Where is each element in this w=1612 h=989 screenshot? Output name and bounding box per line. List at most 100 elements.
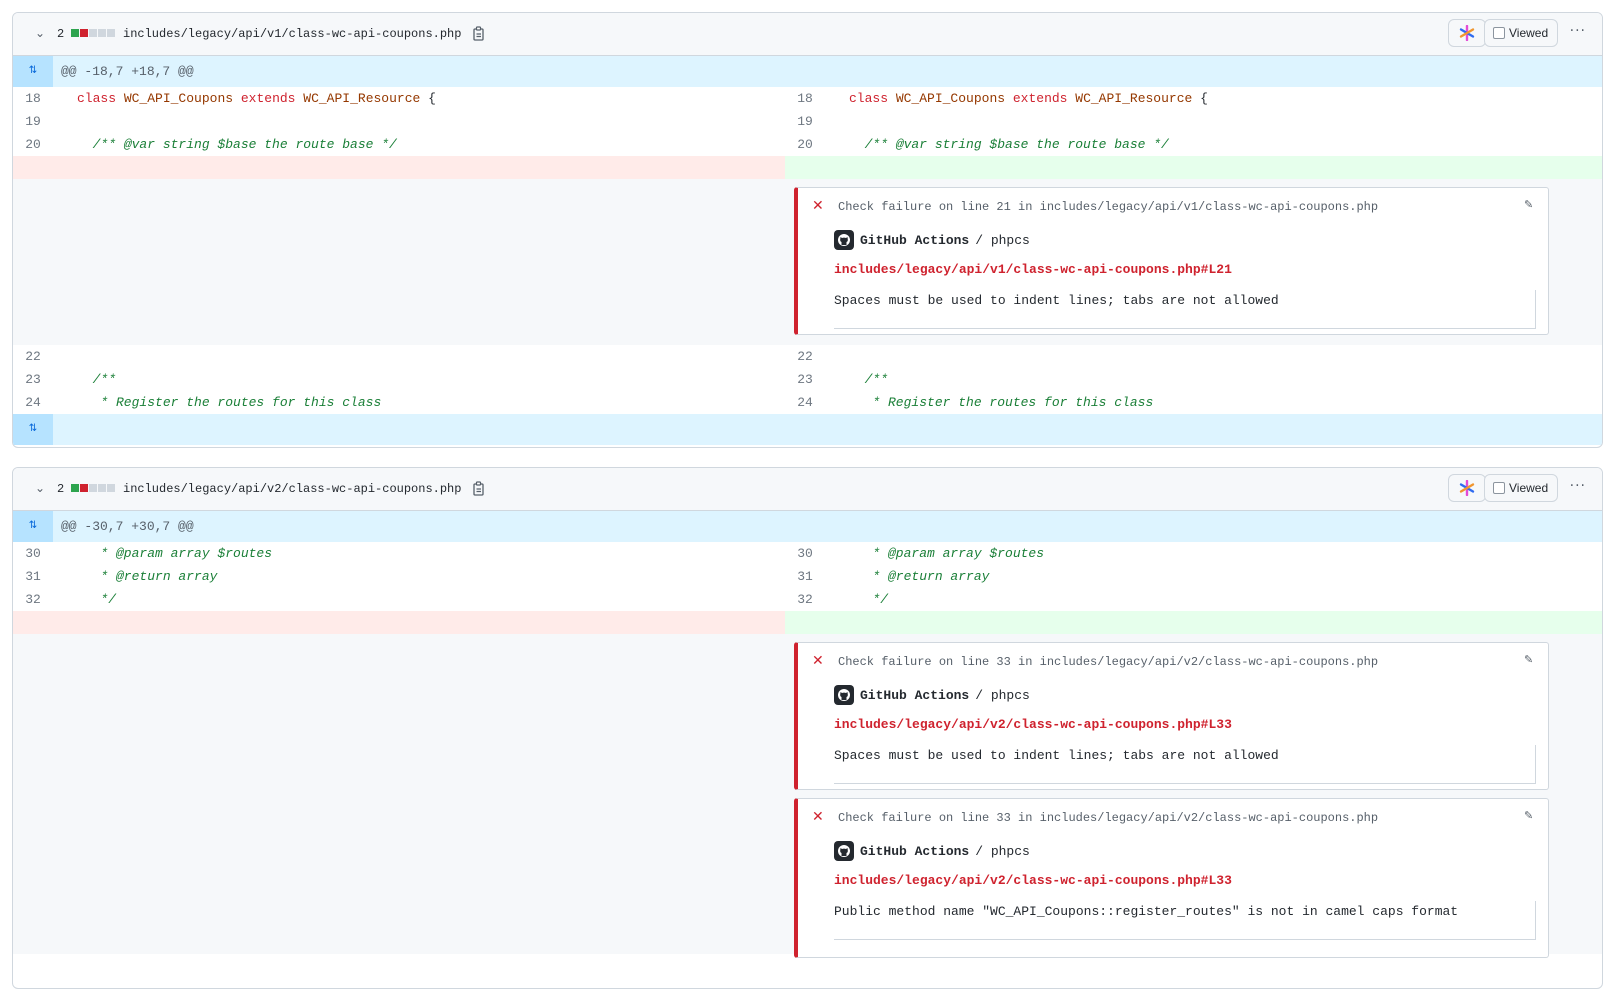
copy-icon[interactable]	[471, 480, 487, 496]
context-lines-before: 30 * @param array $routes 30 * @param arr…	[13, 542, 1602, 611]
line-number[interactable]: 31	[785, 565, 825, 588]
line-number[interactable]: 32	[13, 588, 53, 611]
checkbox-icon	[1493, 27, 1505, 39]
line-number[interactable]: 22	[785, 345, 825, 368]
context-lines-before: 18 class WC_API_Coupons extends WC_API_Re…	[13, 87, 1602, 156]
file-path[interactable]: includes/legacy/api/v1/class-wc-api-coup…	[123, 25, 461, 43]
annotation-location-link[interactable]: includes/legacy/api/v1/class-wc-api-coup…	[834, 262, 1232, 277]
check-job-name: / phpcs	[975, 843, 1030, 859]
code-text: */	[100, 592, 117, 607]
check-app-name: GitHub Actions	[860, 843, 970, 859]
github-logo-icon	[834, 685, 854, 705]
code-text: class WC_API_Coupons extends WC_API_Reso…	[849, 91, 1208, 106]
annotation-location-link[interactable]: includes/legacy/api/v2/class-wc-api-coup…	[834, 717, 1232, 732]
diffstat-bar	[71, 29, 115, 38]
failure-icon: ✕	[812, 198, 824, 214]
expand-up-icon[interactable]: ⇅	[13, 511, 53, 542]
copilot-button[interactable]	[1448, 474, 1486, 502]
code-text: class WC_API_Coupons extends WC_API_Reso…	[77, 91, 436, 106]
copilot-button[interactable]	[1448, 19, 1486, 47]
annotation-location-link[interactable]: includes/legacy/api/v2/class-wc-api-coup…	[834, 873, 1232, 888]
line-number[interactable]: 31	[13, 565, 53, 588]
viewed-checkbox[interactable]: Viewed	[1484, 474, 1558, 502]
line-number[interactable]: 24	[785, 391, 825, 414]
check-annotation: ✕ Check failure on line 33 in includes/l…	[794, 798, 1549, 958]
expand-down-icon[interactable]: ⇅	[13, 414, 53, 445]
line-number[interactable]: 20	[785, 133, 825, 156]
dismiss-annotation-icon[interactable]: ✎	[1524, 653, 1538, 666]
line-number[interactable]: 18	[785, 87, 825, 110]
line-number[interactable]: 30	[785, 542, 825, 565]
diffstat-bar	[71, 484, 115, 493]
line-number[interactable]: 20	[13, 133, 53, 156]
context-line: 18 class WC_API_Coupons extends WC_API_Re…	[13, 87, 1602, 110]
chevron-down-icon[interactable]: ⌄	[33, 26, 47, 40]
failure-icon: ✕	[812, 809, 824, 825]
expand-up-icon[interactable]: ⇅	[13, 56, 53, 87]
dismiss-annotation-icon[interactable]: ✎	[1524, 198, 1538, 211]
dismiss-annotation-icon[interactable]: ✎	[1524, 809, 1538, 822]
github-logo-icon	[834, 841, 854, 861]
line-number[interactable]: 18	[13, 87, 53, 110]
context-line: 30 * @param array $routes 30 * @param arr…	[13, 542, 1602, 565]
code-text: /**	[92, 372, 117, 387]
changed-line: 21 - protected $base = '/coupons'; 21 + …	[13, 156, 1602, 244]
line-number[interactable]: 19	[785, 110, 825, 133]
annotations-area: ✕ Check failure on line 21 in includes/l…	[13, 179, 1602, 345]
annotation-title: Check failure on line 33 in includes/leg…	[838, 811, 1379, 825]
line-number[interactable]: 19	[13, 110, 53, 133]
context-line: 24 * Register the routes for this class 2…	[13, 391, 1602, 414]
context-line: 31 * @return array 31 * @return array	[13, 565, 1602, 588]
more-options-icon[interactable]: ···	[1570, 23, 1586, 39]
line-number[interactable]: 30	[13, 542, 53, 565]
line-number[interactable]: 22	[13, 345, 53, 368]
copy-icon[interactable]	[471, 25, 487, 41]
hunk-header: ⇅ @@ -30,7 +30,7 @@	[13, 511, 1602, 542]
code-text: * Register the routes for this class	[100, 395, 382, 410]
checkbox-icon	[1493, 482, 1505, 494]
context-line: 23 /** 23 /**	[13, 368, 1602, 391]
hunk-footer: ⇅	[13, 414, 1602, 445]
annotation-message: Spaces must be used to indent lines; tab…	[834, 290, 1536, 329]
diff-file: ⌄ 2 includes/legacy/api/v2/class-wc-api-…	[12, 467, 1603, 989]
check-annotation: ✕ Check failure on line 33 in includes/l…	[794, 642, 1549, 790]
annotations-area: ✕ Check failure on line 33 in includes/l…	[13, 634, 1602, 958]
context-lines-after: 22 22 23 /** 23 /** 24 * Register the routes…	[13, 345, 1602, 414]
chevron-down-icon[interactable]: ⌄	[33, 481, 47, 495]
code-text: /** @var string $base the route base */	[92, 137, 397, 152]
line-number[interactable]: 32	[785, 588, 825, 611]
change-count: 2	[57, 27, 65, 41]
check-job-name: / phpcs	[975, 687, 1030, 703]
context-line: 20 /** @var string $base the route base …	[13, 133, 1602, 156]
annotation-message: Public method name "WC_API_Coupons::regi…	[834, 901, 1536, 940]
code-text: /** @var string $base the route base */	[864, 137, 1169, 152]
code-text: * @return array	[100, 569, 218, 584]
check-annotation: ✕ Check failure on line 21 in includes/l…	[794, 187, 1549, 335]
change-count: 2	[57, 482, 65, 496]
github-logo-icon	[834, 230, 854, 250]
file-path[interactable]: includes/legacy/api/v2/class-wc-api-coup…	[123, 480, 461, 498]
line-number[interactable]: 24	[13, 391, 53, 414]
code-text: * @param array $routes	[872, 546, 1045, 561]
line-number[interactable]: 23	[785, 368, 825, 391]
viewed-checkbox[interactable]: Viewed	[1484, 19, 1558, 47]
annotation-message: Spaces must be used to indent lines; tab…	[834, 745, 1536, 784]
changed-line: 33 - public function register_routes( $r…	[13, 611, 1602, 699]
context-line: 22 22	[13, 345, 1602, 368]
code-text: */	[872, 592, 889, 607]
hunk-range: @@ -18,7 +18,7 @@	[61, 64, 194, 79]
annotation-title: Check failure on line 21 in includes/leg…	[838, 200, 1379, 214]
code-text: * Register the routes for this class	[872, 395, 1154, 410]
code-text: /**	[864, 372, 889, 387]
code-text: * @return array	[872, 569, 990, 584]
more-options-icon[interactable]: ···	[1570, 478, 1586, 494]
viewed-label: Viewed	[1509, 481, 1549, 495]
annotation-title: Check failure on line 33 in includes/leg…	[838, 655, 1379, 669]
diff-file: ⌄ 2 includes/legacy/api/v1/class-wc-api-…	[12, 12, 1603, 448]
sparkle-icon	[1459, 25, 1475, 41]
check-app-name: GitHub Actions	[860, 687, 970, 703]
context-line: 19 19	[13, 110, 1602, 133]
line-number[interactable]: 23	[13, 368, 53, 391]
failure-icon: ✕	[812, 653, 824, 669]
hunk-header: ⇅ @@ -18,7 +18,7 @@	[13, 56, 1602, 87]
